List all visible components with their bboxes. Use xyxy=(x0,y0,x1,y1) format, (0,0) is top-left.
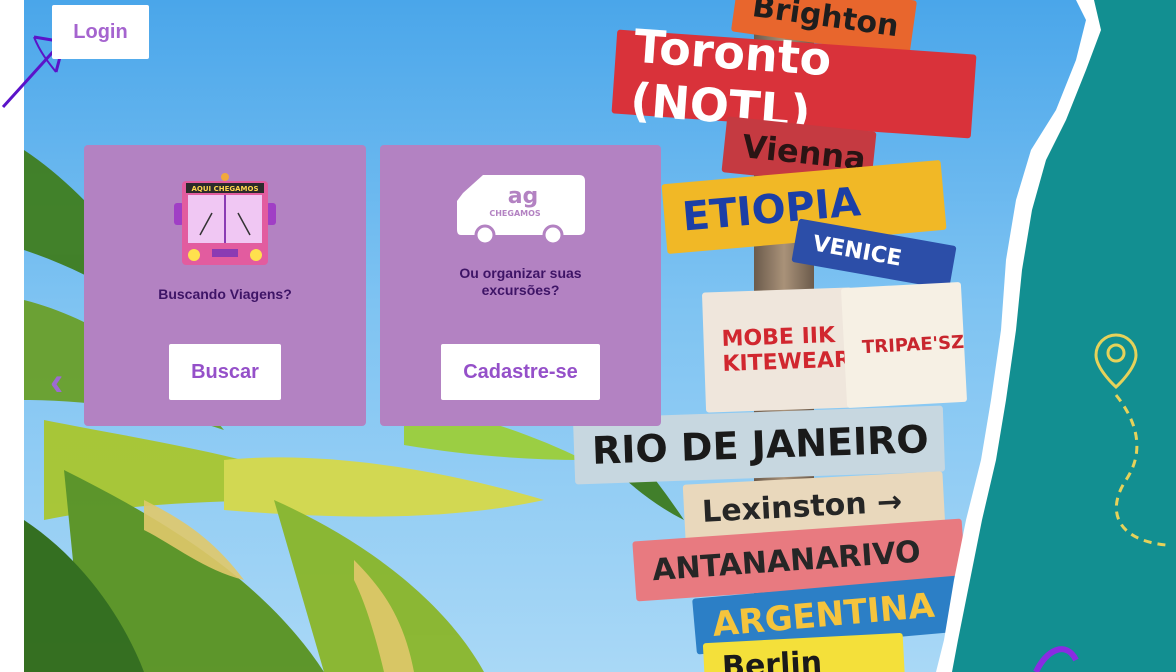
bus-sign-text: AQUI CHEGAMOS xyxy=(192,185,259,193)
search-trips-prompt: Buscando Viagens? xyxy=(158,286,292,302)
organizer-signup-card: ag CHEGAMOS Ou organizar suas excursões?… xyxy=(380,145,661,426)
van-logo-text: CHEGAMOS xyxy=(489,209,541,218)
search-button[interactable]: Buscar xyxy=(169,344,281,400)
search-trips-card: AQUI CHEGAMOS Buscando Viagens? Buscar xyxy=(84,145,366,426)
chevron-left-icon[interactable]: ‹ xyxy=(50,360,63,405)
signup-button[interactable]: Cadastre-se xyxy=(441,344,600,400)
sign-kitewear: MOBE IIK KITEWEAR xyxy=(701,287,857,413)
teal-torn-paper-panel xyxy=(936,0,1176,672)
sign-toronto: Toronto (NOTL) xyxy=(611,19,977,139)
bus-icon: AQUI CHEGAMOS xyxy=(174,173,276,265)
van-logo-icon: ag CHEGAMOS xyxy=(457,175,585,245)
svg-text:ag: ag xyxy=(508,184,539,209)
organizer-prompt: Ou organizar suas excursões? xyxy=(459,265,582,298)
login-button[interactable]: Login xyxy=(52,5,149,59)
